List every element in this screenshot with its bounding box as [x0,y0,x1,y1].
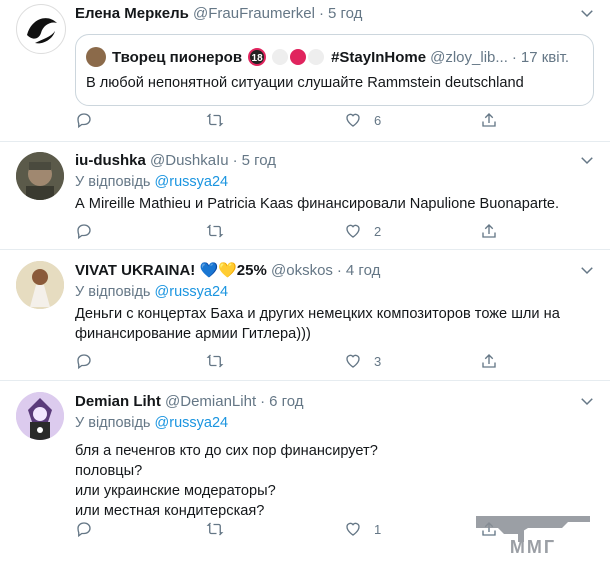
author-handle[interactable]: @DushkaIu [150,152,229,169]
author-name[interactable]: iu-dushka [75,152,146,169]
author-handle[interactable]: @DemianLiht [165,393,256,410]
reply-button[interactable] [75,110,93,130]
tweet-time[interactable]: 6 год [269,393,303,410]
white-circle-icon [308,49,325,65]
heart-icon [346,113,360,127]
reply-icon [77,354,91,370]
white-circle-icon [272,49,289,65]
separator-dot: · [260,393,266,410]
like-button[interactable]: 2 [344,221,381,241]
separator-dot: · [232,152,238,169]
tweet-line: или украинские модераторы? [75,483,276,499]
reply-context: У відповідь @russya24 [75,283,594,302]
retweet-button[interactable] [206,221,224,241]
like-button[interactable]: 1 [344,519,381,539]
like-button[interactable]: 3 [344,351,381,371]
reply-mention-link[interactable]: @russya24 [155,284,229,300]
separator-dot: · [511,48,517,66]
watermark-text: MMГ [509,537,557,557]
heart-icon [346,522,360,536]
tweet[interactable]: Елена Меркель @FrauFraumerkel · 5 год Твор… [0,0,610,142]
retweet-icon [206,113,224,127]
heart-icon [346,354,360,368]
tweet-time[interactable]: 5 год [328,5,362,22]
reply-button[interactable] [75,351,93,371]
retweet-icon [206,354,224,368]
retweet-button[interactable] [206,519,224,539]
avatar[interactable] [16,392,64,440]
author-name[interactable]: Demian Liht [75,393,161,410]
quote-time: 17 квіт. [520,48,569,66]
reply-prefix: У відповідь [75,415,151,431]
quote-text: В любой непонятной ситуации слушайте Ram… [86,75,524,91]
heart-icon [346,224,360,238]
reply-context: У відповідь @russya24 [75,173,594,192]
quote-author-handle: @zloy_lib... [430,48,508,66]
tweet-header: VIVAT UKRAINA! 💙💛25% @okskos · 4 год [75,261,594,281]
tweet[interactable]: iu-dushka @DushkaIu · 5 год У відповідь @r… [0,141,610,250]
red-circle-icon [290,49,307,65]
reply-context: У відповідь @russya24 [75,414,594,433]
author-handle[interactable]: @FrauFraumerkel [193,5,315,22]
reply-icon [77,522,91,538]
like-count: 6 [374,112,382,128]
avatar[interactable] [16,152,64,200]
quoted-tweet[interactable]: Творец пионеров 18 #StayInHome @zloy_lib… [75,34,594,106]
retweet-button[interactable] [206,351,224,371]
author-handle[interactable]: @okskos [271,262,333,279]
author-name[interactable]: Елена Меркель [75,5,189,22]
age-18-badge: 18 [248,48,267,66]
tweet-actions: 1 [75,519,515,539]
author-name[interactable]: VIVAT UKRAINA! 💙💛25% [75,262,267,279]
watermark-logo: MMГ [458,504,608,560]
tweet-header: Елена Меркель @FrauFraumerkel · 5 год [75,4,594,24]
share-button[interactable] [480,221,498,241]
chevron-down-icon[interactable] [578,151,596,169]
reply-icon [77,224,91,240]
quote-avatar [86,47,106,67]
like-count: 3 [374,353,382,369]
tweet-actions: 3 [75,351,515,371]
chevron-down-icon[interactable] [578,392,596,410]
reply-prefix: У відповідь [75,284,151,300]
separator-dot: · [336,262,342,279]
tweet-time[interactable]: 4 год [346,262,380,279]
avatar[interactable] [16,261,64,309]
chevron-down-icon[interactable] [578,261,596,279]
quote-author-name: Творец пионеров [112,48,243,66]
like-count: 1 [374,521,382,537]
share-icon [482,113,496,127]
tweet-line: бля а печенгов кто до сих пор финансируе… [75,443,378,459]
retweet-icon [206,224,224,238]
reply-button[interactable] [75,519,93,539]
tweet-line: половцы? [75,463,143,479]
share-button[interactable] [480,351,498,371]
reply-mention-link[interactable]: @russya24 [155,415,229,431]
separator-dot: · [318,5,324,22]
share-icon [482,224,496,238]
reply-mention-link[interactable]: @russya24 [155,174,229,190]
tweet-header: iu-dushka @DushkaIu · 5 год [75,151,594,171]
chevron-down-icon[interactable] [578,4,596,22]
tweet-text: Деньги с концертах Баха и других немецки… [75,306,560,342]
reply-icon [77,113,91,129]
retweet-button[interactable] [206,110,224,130]
tweet-actions: 6 [75,110,515,130]
retweet-icon [206,522,224,536]
tweet-time[interactable]: 5 год [242,152,276,169]
reply-button[interactable] [75,221,93,241]
avatar[interactable] [16,4,66,54]
reply-prefix: У відповідь [75,174,151,190]
tweet-header: Demian Liht @DemianLiht · 6 год [75,392,594,412]
share-icon [482,354,496,368]
tweet-text: А Mireille Mathieu и Patricia Kaas финан… [75,196,560,212]
quote-hashtag: #StayInHome [331,48,427,66]
like-button[interactable]: 6 [344,110,381,130]
share-button[interactable] [480,110,498,130]
quote-header: Творец пионеров 18 #StayInHome @zloy_lib… [86,47,569,67]
tweet-actions: 2 [75,221,515,241]
like-count: 2 [374,223,382,239]
tweet[interactable]: VIVAT UKRAINA! 💙💛25% @okskos · 4 год У від… [0,249,610,381]
